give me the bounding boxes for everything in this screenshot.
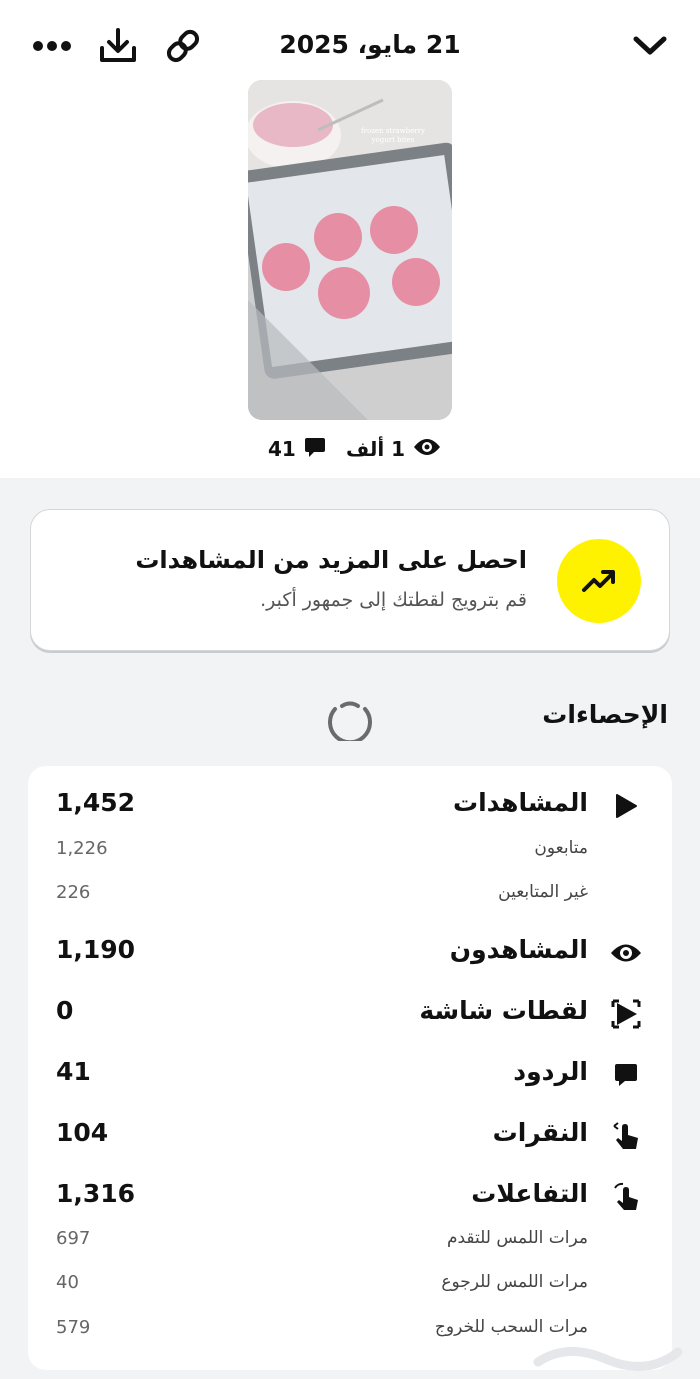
views-count: 1 ألف bbox=[346, 434, 441, 464]
stat-value: 697 bbox=[56, 1228, 91, 1249]
stat-value: 0 bbox=[56, 996, 74, 1025]
stat-value: 104 bbox=[56, 1118, 109, 1147]
stat-label: مرات اللمس للرجوع bbox=[441, 1272, 588, 1292]
stat-value: 1,452 bbox=[56, 788, 136, 817]
eye-icon bbox=[413, 437, 441, 462]
stat-label: لقطات شاشة bbox=[419, 996, 588, 1025]
stat-label: الردود bbox=[513, 1057, 588, 1086]
stat-label: التفاعلات bbox=[471, 1179, 588, 1208]
thumbnail-caption: frozen strawberry yogurt bites bbox=[361, 127, 425, 144]
loading-spinner-icon bbox=[325, 697, 375, 745]
stat-row-replies: الردود 41 bbox=[28, 1055, 672, 1095]
stat-value: 1,316 bbox=[56, 1179, 136, 1208]
stat-label: مرات اللمس للتقدم bbox=[446, 1228, 588, 1248]
stat-label: المشاهدات bbox=[452, 788, 588, 817]
stat-row-screenshots: لقطات شاشة 0 bbox=[28, 994, 672, 1034]
stat-row-interactions: التفاعلات 1,316 bbox=[28, 1177, 672, 1217]
story-thumbnail[interactable]: frozen strawberry yogurt bites bbox=[248, 80, 452, 420]
stat-row-viewers: المشاهدون 1,190 bbox=[28, 933, 672, 973]
stat-row-followers: متابعون 1,226 bbox=[28, 834, 672, 864]
play-icon bbox=[610, 790, 642, 822]
download-icon[interactable] bbox=[96, 24, 140, 68]
stat-value: 1,226 bbox=[56, 838, 108, 859]
stat-row-taps: النقرات 104 bbox=[28, 1116, 672, 1156]
link-icon[interactable] bbox=[161, 24, 205, 68]
stats-title: الإحصاءات bbox=[542, 700, 668, 729]
stat-value: 41 bbox=[56, 1057, 91, 1086]
chat-bubble-icon bbox=[610, 1059, 642, 1091]
tap-icon bbox=[610, 1120, 642, 1152]
stat-row-back-taps: مرات اللمس للرجوع 40 bbox=[28, 1268, 672, 1298]
stat-label: المشاهدون bbox=[449, 935, 588, 964]
promote-story-card[interactable]: احصل على المزيد من المشاهدات قم بترويج ل… bbox=[30, 509, 670, 651]
views-count-value: 1 ألف bbox=[346, 437, 406, 461]
stat-label: متابعون bbox=[534, 838, 588, 858]
story-header-section: 21 مايو، 2025 frozen strawberry yogurt b… bbox=[0, 0, 700, 478]
stat-value: 1,190 bbox=[56, 935, 136, 964]
swipe-hand-icon bbox=[610, 1181, 642, 1213]
watermark-logo bbox=[528, 1332, 688, 1376]
replies-count: 41 bbox=[268, 434, 326, 464]
story-meta-row: 41 1 ألف bbox=[0, 434, 700, 464]
stat-value: 226 bbox=[56, 882, 91, 903]
promo-subtitle: قم بترويج لقطتك إلى جمهور أكبر. bbox=[260, 589, 527, 611]
more-icon[interactable] bbox=[30, 24, 74, 68]
stat-value: 579 bbox=[56, 1317, 91, 1338]
stat-label: غير المتابعين bbox=[498, 882, 588, 902]
chat-bubble-icon bbox=[304, 436, 326, 463]
promo-title: احصل على المزيد من المشاهدات bbox=[135, 546, 527, 574]
story-date: 21 مايو، 2025 bbox=[279, 30, 461, 59]
replies-count-value: 41 bbox=[268, 437, 296, 461]
stat-row-forward-taps: مرات اللمس للتقدم 697 bbox=[28, 1224, 672, 1254]
stat-row-views: المشاهدات 1,452 bbox=[28, 786, 672, 826]
chevron-down-icon[interactable] bbox=[628, 24, 672, 68]
stat-row-non-followers: غير المتابعين 226 bbox=[28, 878, 672, 908]
stat-label: النقرات bbox=[492, 1118, 588, 1147]
eye-icon bbox=[610, 937, 642, 969]
trending-up-icon bbox=[557, 539, 641, 623]
screenshot-icon bbox=[610, 998, 642, 1030]
stats-card: المشاهدات 1,452 متابعون 1,226 غير المتاب… bbox=[28, 766, 672, 1370]
stat-value: 40 bbox=[56, 1272, 79, 1293]
